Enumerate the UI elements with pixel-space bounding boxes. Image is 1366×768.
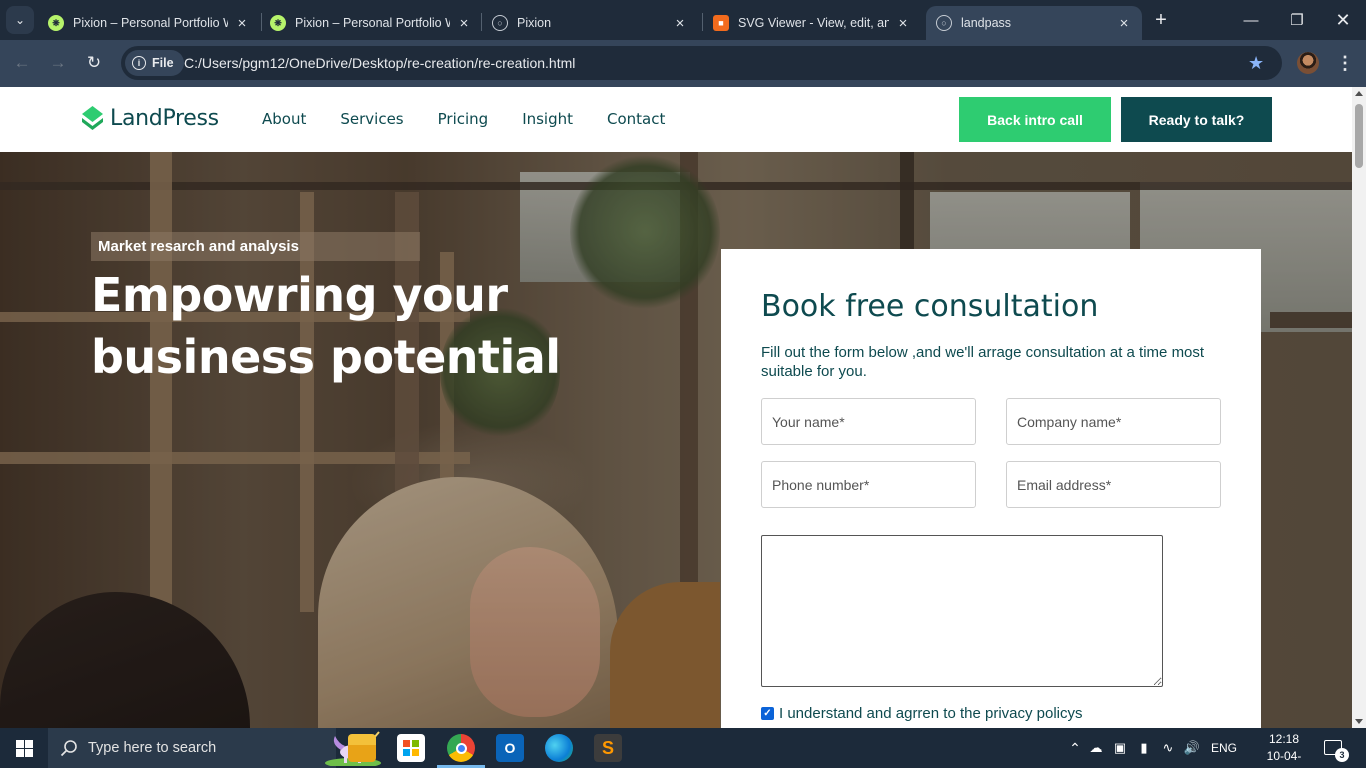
volume-icon[interactable]: 🔊 bbox=[1180, 740, 1204, 756]
chevron-up-icon[interactable]: ⌃ bbox=[1066, 740, 1084, 757]
site-header: LandPress About Services Pricing Insight… bbox=[0, 87, 1352, 152]
email-input[interactable] bbox=[1006, 461, 1221, 508]
system-tray: ⌃ ☁ ▣ ▮ ∿ 🔊 ENG bbox=[1066, 728, 1246, 768]
edge-icon[interactable] bbox=[545, 734, 573, 762]
start-button[interactable] bbox=[0, 728, 48, 768]
company-input[interactable] bbox=[1006, 398, 1221, 445]
form-description: Fill out the form below ,and we'll arrag… bbox=[761, 344, 1205, 380]
main-nav: About Services Pricing Insight Contact bbox=[262, 110, 699, 128]
close-tab-icon[interactable]: × bbox=[895, 15, 911, 32]
page-viewport: LandPress About Services Pricing Insight… bbox=[0, 87, 1352, 728]
site-info-chip[interactable]: i File bbox=[125, 50, 184, 76]
browser-tab[interactable]: ○ Pixion × bbox=[482, 6, 698, 40]
consultation-form: Book free consultation Fill out the form… bbox=[721, 249, 1261, 728]
chevron-down-icon: ⌄ bbox=[14, 13, 26, 27]
svg-viewer-favicon-icon: ■ bbox=[713, 15, 729, 31]
site-logo[interactable]: LandPress bbox=[81, 105, 219, 131]
ready-to-talk-button[interactable]: Ready to talk? bbox=[1121, 97, 1272, 142]
hero-headline: Empowring your business potential bbox=[91, 268, 561, 384]
close-tab-icon[interactable]: × bbox=[1116, 15, 1132, 32]
reload-icon[interactable]: ↻ bbox=[82, 52, 106, 74]
close-tab-icon[interactable]: × bbox=[456, 15, 472, 32]
microsoft-store-icon[interactable] bbox=[397, 734, 425, 762]
close-window-icon[interactable]: ✕ bbox=[1320, 0, 1366, 40]
wifi-icon[interactable]: ∿ bbox=[1156, 740, 1180, 756]
scrollbar-thumb[interactable] bbox=[1355, 104, 1363, 168]
scroll-down-arrow-icon[interactable] bbox=[1355, 719, 1363, 724]
browser-tab[interactable]: ❋ Pixion – Personal Portfolio W × bbox=[38, 6, 260, 40]
globe-icon: ○ bbox=[492, 15, 508, 31]
name-input[interactable] bbox=[761, 398, 976, 445]
info-icon: i bbox=[132, 56, 146, 70]
checkbox-checked-icon[interactable]: ✓ bbox=[761, 707, 774, 720]
privacy-consent[interactable]: ✓ I understand and agrren to the privacy… bbox=[761, 705, 1083, 722]
taskbar-clock[interactable]: 12:18 10-04-2025 bbox=[1256, 731, 1312, 768]
browser-tab[interactable]: ■ SVG Viewer - View, edit, and × bbox=[703, 6, 921, 40]
windows-logo-icon bbox=[15, 739, 33, 757]
screen-icon[interactable]: ▣ bbox=[1108, 740, 1132, 756]
forward-arrow-icon[interactable]: → bbox=[46, 52, 70, 74]
restore-icon[interactable]: ❐ bbox=[1274, 0, 1320, 40]
pixion-favicon-icon: ❋ bbox=[48, 15, 64, 31]
battery-icon[interactable]: ▮ bbox=[1132, 740, 1156, 756]
nav-link-contact[interactable]: Contact bbox=[607, 110, 665, 128]
browser-tab-active[interactable]: ○ landpass × bbox=[926, 6, 1142, 40]
globe-icon: ○ bbox=[936, 15, 952, 31]
address-url[interactable]: C:/Users/pgm12/OneDrive/Desktop/re-creat… bbox=[184, 55, 575, 71]
onedrive-cloud-icon[interactable]: ☁ bbox=[1084, 740, 1108, 756]
pixion-favicon-icon: ❋ bbox=[270, 15, 286, 31]
nav-link-insight[interactable]: Insight bbox=[522, 110, 573, 128]
bookmark-star-icon[interactable]: ★ bbox=[1248, 53, 1264, 74]
phone-input[interactable] bbox=[761, 461, 976, 508]
windows-taskbar: Type here to search O S ⌃ ☁ ▣ ▮ ∿ 🔊 ENG … bbox=[0, 728, 1366, 768]
hero-section: Market resarch and analysis Empowring yo… bbox=[0, 152, 1352, 728]
nav-link-pricing[interactable]: Pricing bbox=[438, 110, 489, 128]
clock-time: 12:18 bbox=[1268, 732, 1300, 746]
profile-avatar[interactable] bbox=[1297, 52, 1319, 74]
page-scrollbar[interactable] bbox=[1352, 87, 1366, 728]
language-indicator[interactable]: ENG bbox=[1204, 741, 1244, 755]
nav-link-about[interactable]: About bbox=[262, 110, 306, 128]
chrome-icon[interactable] bbox=[447, 734, 475, 762]
notification-count-badge: 3 bbox=[1335, 748, 1349, 762]
menu-kebab-icon[interactable]: ⋮ bbox=[1336, 50, 1354, 76]
tab-search-button[interactable]: ⌄ bbox=[6, 6, 34, 34]
back-intro-call-button[interactable]: Back intro call bbox=[959, 97, 1111, 142]
file-explorer-icon[interactable] bbox=[348, 734, 376, 762]
taskbar-search[interactable]: Type here to search bbox=[48, 728, 381, 768]
nav-link-services[interactable]: Services bbox=[340, 110, 403, 128]
hero-eyebrow: Market resarch and analysis bbox=[91, 232, 420, 261]
outlook-icon[interactable]: O bbox=[496, 734, 524, 762]
notification-center-icon[interactable]: 3 bbox=[1324, 740, 1349, 762]
minimize-icon[interactable]: — bbox=[1228, 0, 1274, 40]
close-tab-icon[interactable]: × bbox=[672, 15, 688, 32]
form-title: Book free consultation bbox=[761, 289, 1099, 324]
logo-diamond-icon bbox=[82, 106, 103, 130]
new-tab-icon[interactable]: + bbox=[1150, 8, 1172, 32]
message-textarea[interactable] bbox=[761, 535, 1163, 687]
tab-strip: ⌄ ❋ Pixion – Personal Portfolio W × ❋ Pi… bbox=[0, 0, 1366, 40]
sublime-text-icon[interactable]: S bbox=[594, 734, 622, 762]
scroll-up-arrow-icon[interactable] bbox=[1355, 91, 1363, 96]
close-tab-icon[interactable]: × bbox=[234, 15, 250, 32]
back-arrow-icon[interactable]: ← bbox=[10, 52, 34, 74]
search-icon bbox=[60, 740, 77, 757]
clock-date: 10-04-2025 bbox=[1266, 749, 1302, 768]
browser-tab[interactable]: ❋ Pixion – Personal Portfolio W × bbox=[260, 6, 482, 40]
